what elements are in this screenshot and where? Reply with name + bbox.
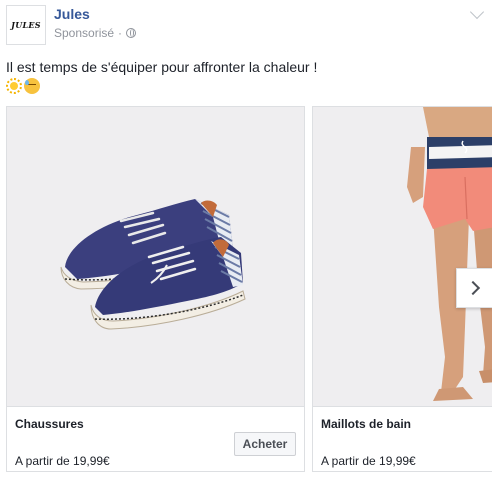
sun-icon [6, 78, 22, 94]
emoji-row [6, 78, 40, 96]
card-title[interactable]: Maillots de bain [321, 417, 411, 431]
chevron-right-icon [465, 280, 480, 296]
page-logo[interactable]: JULES [6, 5, 46, 45]
card-price: A partir de 19,99€ [15, 454, 110, 468]
buy-button[interactable]: Acheter [234, 432, 296, 456]
globe-icon [126, 28, 137, 38]
card-footer: Maillots de bain A partir de 19,99€ [313, 406, 492, 471]
shoes-illustration [60, 199, 246, 330]
swimwear-image[interactable] [313, 107, 492, 406]
logo-text: JULES [11, 20, 41, 30]
chevron-down-icon[interactable] [469, 4, 485, 20]
sponsored-label[interactable]: Sponsorisé [54, 26, 114, 40]
post-header: JULES Jules Sponsorisé · [6, 4, 486, 45]
carousel-next-button[interactable] [456, 268, 492, 308]
post-message: Il est temps de s'équiper pour affronter… [6, 59, 318, 75]
swimwear-illustration [407, 107, 492, 401]
page-name-link[interactable]: Jules [54, 6, 90, 22]
carousel-card-shoes[interactable]: Chaussures A partir de 19,99€ Acheter [6, 106, 305, 472]
sponsored-post: JULES Jules Sponsorisé · Il est temps de… [0, 0, 492, 481]
shoes-image[interactable] [7, 107, 304, 406]
carousel: Chaussures A partir de 19,99€ Acheter Ma… [6, 106, 492, 472]
sweat-icon [24, 78, 40, 94]
sponsored-row: Sponsorisé · [54, 26, 137, 40]
card-price: A partir de 19,99€ [321, 454, 416, 468]
card-title[interactable]: Chaussures [15, 417, 84, 431]
card-footer: Chaussures A partir de 19,99€ Acheter [7, 406, 304, 471]
separator-dot: · [118, 26, 123, 40]
